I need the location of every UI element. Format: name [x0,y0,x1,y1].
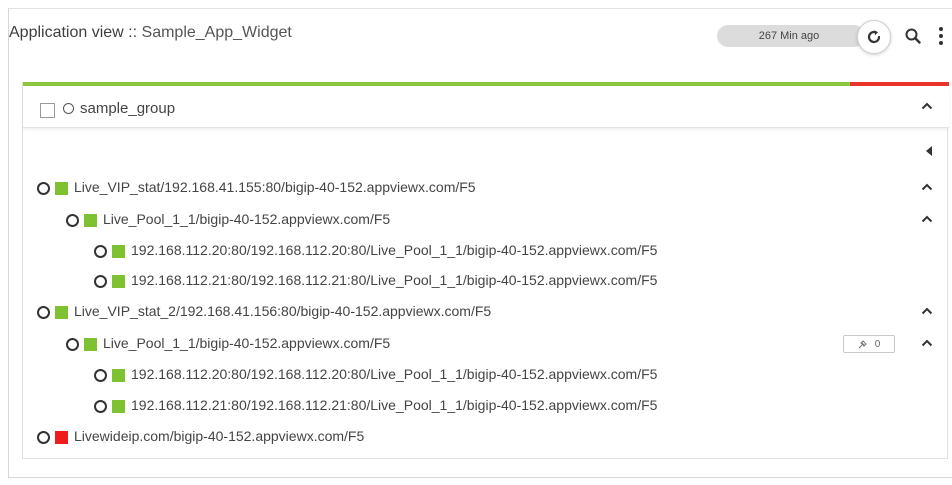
node-label: 192.168.112.20:80/192.168.112.20:80/Live… [131,366,658,382]
group-name: sample_group [80,100,176,117]
application-view-widget: Application view :: Sample_App_Widget 26… [8,8,952,478]
group-header[interactable]: sample_group [23,86,949,128]
tree-row[interactable]: Live_VIP_stat_2/192.168.41.156:80/bigip-… [23,300,949,324]
chevron-up-icon[interactable] [921,339,933,347]
search-button[interactable] [902,24,924,48]
caret-left-icon[interactable] [926,146,932,156]
status-indicator [112,369,125,382]
node-label: 192.168.112.21:80/192.168.112.21:80/Live… [131,397,658,413]
search-icon [905,28,921,44]
node-radio-icon[interactable] [37,431,50,444]
node-label: Live_VIP_stat_2/192.168.41.156:80/bigip-… [74,303,492,319]
node-radio-icon[interactable] [94,400,107,413]
refresh-icon [867,30,881,44]
widget-title: Application view :: Sample_App_Widget [9,24,292,42]
refresh-button[interactable] [857,20,891,54]
status-indicator [112,275,125,288]
status-indicator [55,306,68,319]
node-radio-icon[interactable] [37,306,50,319]
node-label: 192.168.112.20:80/192.168.112.20:80/Live… [131,242,658,258]
tree-row[interactable]: 192.168.112.20:80/192.168.112.20:80/Live… [23,363,949,387]
title-separator: :: [123,24,142,41]
tree-row[interactable]: Live_Pool_1_1/bigip-40-152.appviewx.com/… [23,208,949,232]
status-indicator [84,214,97,227]
chevron-up-icon[interactable] [921,183,933,191]
node-radio-icon[interactable] [66,214,79,227]
chevron-up-icon[interactable] [921,215,933,223]
node-label: Live_Pool_1_1/bigip-40-152.appviewx.com/… [103,335,391,351]
node-label: Live_Pool_1_1/bigip-40-152.appviewx.com/… [103,211,391,227]
status-indicator [55,431,68,444]
tree-row[interactable]: Live_VIP_stat/192.168.41.155:80/bigip-40… [23,176,949,200]
pin-icon [858,339,867,348]
node-label: Live_VIP_stat/192.168.41.155:80/bigip-40… [74,179,476,195]
pin-count: 0 [874,338,881,350]
node-radio-icon[interactable] [66,338,79,351]
status-indicator [112,400,125,413]
group-checkbox[interactable] [40,103,55,118]
node-radio-icon[interactable] [94,245,107,258]
app-name: Sample_App_Widget [141,24,292,41]
tree-row[interactable]: Live_Pool_1_1/bigip-40-152.appviewx.com/… [23,332,949,356]
node-label: Livewideip.com/bigip-40-152.appviewx.com… [74,428,365,444]
status-indicator [84,338,97,351]
tree-row[interactable]: 192.168.112.21:80/192.168.112.21:80/Live… [23,269,949,293]
more-options-button[interactable] [934,23,948,49]
tree-row[interactable]: 192.168.112.21:80/192.168.112.21:80/Live… [23,394,949,418]
status-indicator [55,182,68,195]
tree-row[interactable]: Livewideip.com/bigip-40-152.appviewx.com… [23,425,949,449]
node-radio-icon[interactable] [37,182,50,195]
status-indicator [112,245,125,258]
chevron-up-icon[interactable] [921,307,933,315]
node-label: 192.168.112.21:80/192.168.112.21:80/Live… [131,272,658,288]
node-radio-icon[interactable] [94,275,107,288]
widget-header: Application view :: Sample_App_Widget 26… [9,9,952,57]
group-panel: sample_group Live_VIP_stat/192.168.41.15… [22,82,949,459]
node-radio-icon[interactable] [94,369,107,382]
chevron-up-icon[interactable] [921,102,933,110]
tree-row[interactable]: 192.168.112.20:80/192.168.112.20:80/Live… [23,239,949,263]
title-lead: Application view [9,24,124,41]
last-updated-badge: 267 Min ago [717,25,865,47]
more-vertical-icon [939,27,943,31]
pin-counter[interactable]: 0 [843,335,895,353]
group-radio-icon [63,103,74,114]
